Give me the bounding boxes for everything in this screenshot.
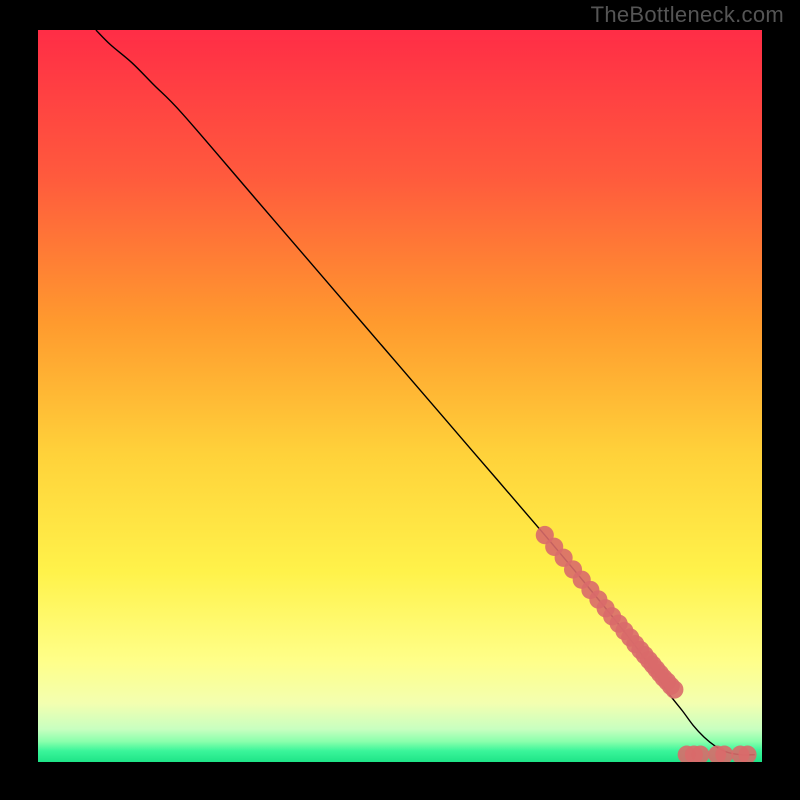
watermark-text: TheBottleneck.com <box>591 2 784 28</box>
data-point <box>665 680 683 698</box>
gradient-background <box>38 30 762 762</box>
plot-area <box>38 30 762 762</box>
chart-frame: TheBottleneck.com <box>0 0 800 800</box>
chart-svg <box>38 30 762 762</box>
